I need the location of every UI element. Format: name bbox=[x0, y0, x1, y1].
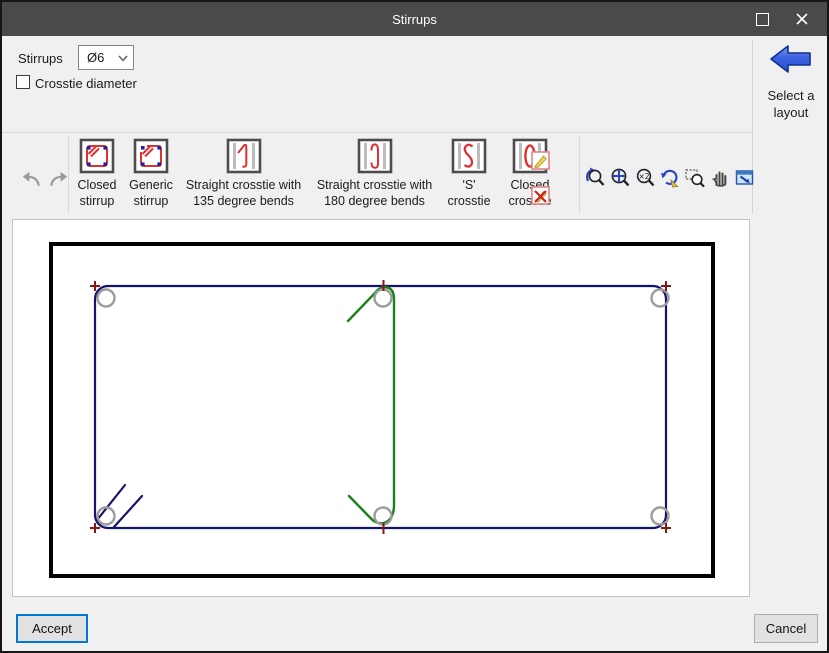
edit-element-icon[interactable] bbox=[531, 151, 551, 171]
send-to-window-icon[interactable] bbox=[734, 167, 756, 189]
window-title: Stirrups bbox=[392, 11, 437, 27]
close-button[interactable] bbox=[785, 2, 819, 36]
tool-label: Closed crosstie bbox=[508, 178, 552, 208]
section-drawing bbox=[49, 242, 715, 578]
zoom-window-icon[interactable] bbox=[684, 167, 706, 189]
crosstie-diameter-label: Crosstie diameter bbox=[35, 76, 137, 91]
zoom-extents-icon[interactable] bbox=[609, 167, 631, 189]
tool-generic-stirrup[interactable]: Generic stirrup bbox=[124, 136, 178, 211]
cancel-label: Cancel bbox=[765, 621, 807, 636]
redraw-icon[interactable] bbox=[659, 167, 681, 189]
crosstie-135-icon bbox=[226, 138, 261, 174]
rebar-circles bbox=[96, 288, 670, 526]
tool-label: Generic stirrup bbox=[129, 178, 173, 208]
title-bar: Stirrups bbox=[2, 2, 827, 36]
stirrups-label: Stirrups bbox=[18, 51, 63, 66]
zoom-previous-icon[interactable] bbox=[584, 167, 606, 189]
chevron-down-icon bbox=[118, 55, 128, 62]
section-canvas[interactable] bbox=[12, 219, 750, 597]
tool-crosstie-180[interactable]: Straight crosstie with 180 degree bends bbox=[309, 136, 440, 211]
delete-element-icon[interactable] bbox=[531, 186, 551, 206]
maximize-icon bbox=[755, 12, 769, 26]
tool-label: Straight crosstie with 180 degree bends bbox=[316, 178, 433, 208]
tool-s-crosstie[interactable]: 'S' crosstie bbox=[440, 136, 498, 211]
toolbar-separator-1 bbox=[68, 136, 69, 214]
pan-hand-icon[interactable] bbox=[709, 167, 731, 189]
diameter-select[interactable]: Ø6 bbox=[78, 45, 134, 70]
crosstie-shape bbox=[346, 285, 396, 525]
snap-markers bbox=[90, 280, 671, 534]
blue-left-arrow-icon bbox=[770, 45, 811, 73]
toolbar-divider bbox=[2, 132, 752, 133]
generic-stirrup-icon bbox=[133, 138, 169, 174]
maximize-button[interactable] bbox=[745, 2, 779, 36]
closed-stirrup-shape bbox=[93, 284, 668, 530]
crosstie-180-icon bbox=[357, 138, 392, 174]
diameter-value: Ø6 bbox=[87, 50, 105, 65]
tool-label: Closed stirrup bbox=[77, 178, 117, 208]
accept-label: Accept bbox=[32, 621, 72, 636]
toolbar-separator-2 bbox=[579, 136, 580, 214]
redo-icon[interactable] bbox=[48, 168, 70, 190]
tool-crosstie-135[interactable]: Straight crosstie with 135 degree bends bbox=[178, 136, 309, 211]
cancel-button[interactable]: Cancel bbox=[754, 614, 818, 643]
tool-closed-stirrup[interactable]: Closed stirrup bbox=[70, 136, 124, 211]
stirrups-dialog: Stirrups Stirrups Ø6 Crosstie diameter S… bbox=[0, 0, 829, 653]
accept-button[interactable]: Accept bbox=[16, 614, 88, 643]
tool-label: 'S' crosstie bbox=[447, 178, 491, 208]
closed-stirrup-icon bbox=[79, 138, 115, 174]
undo-icon[interactable] bbox=[20, 168, 42, 190]
close-icon bbox=[796, 13, 808, 25]
select-layout-button[interactable]: Select a layout bbox=[754, 42, 827, 121]
tool-label: Straight crosstie with 135 degree bends bbox=[185, 178, 302, 208]
s-crosstie-icon bbox=[451, 138, 487, 174]
concrete-section-outline bbox=[49, 242, 715, 578]
tool-closed-crosstie[interactable]: Closed crosstie bbox=[498, 136, 562, 211]
crosstie-diameter-checkbox[interactable] bbox=[16, 75, 30, 89]
zoom-x2-icon[interactable]: ×2 bbox=[634, 167, 656, 189]
select-layout-label: Select a layout bbox=[767, 88, 815, 120]
svg-text:×2: ×2 bbox=[638, 172, 649, 181]
